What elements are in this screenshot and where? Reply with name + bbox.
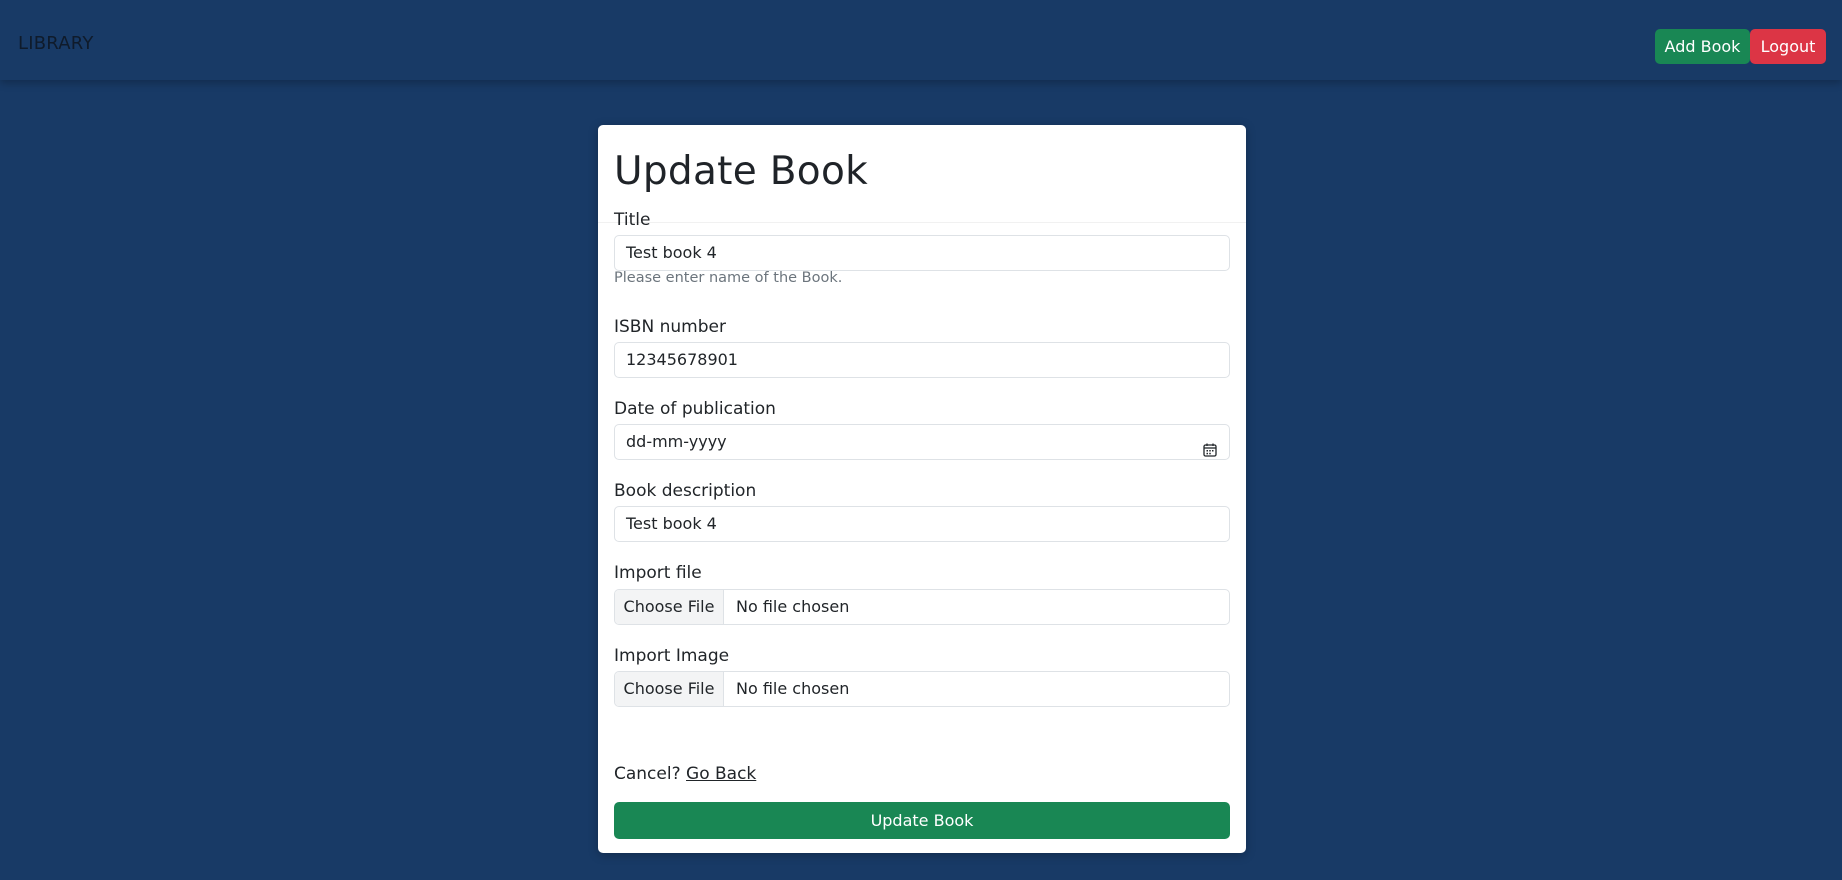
title-input[interactable]: Test book 4	[614, 235, 1230, 271]
update-book-card: Update Book Title Test book 4 Please ent…	[598, 125, 1246, 853]
navbar: LIBRARY Add Book Logout	[0, 0, 1842, 80]
import-image-label: Import Image	[614, 646, 730, 666]
date-label: Date of publication	[614, 399, 776, 419]
choose-file-button[interactable]: Choose File	[615, 590, 724, 624]
cancel-text: Cancel?	[614, 764, 681, 784]
image-status-text: No file chosen	[736, 679, 850, 698]
title-help-text: Please enter name of the Book.	[614, 270, 843, 286]
title-label: Title	[614, 210, 651, 230]
file-status-text: No file chosen	[736, 597, 850, 616]
logout-button[interactable]: Logout	[1750, 29, 1826, 64]
update-book-button[interactable]: Update Book	[614, 802, 1230, 839]
brand-logo[interactable]: LIBRARY	[18, 33, 94, 54]
import-image-input[interactable]: Choose File No file chosen	[614, 671, 1230, 707]
choose-image-button[interactable]: Choose File	[615, 672, 724, 706]
description-input[interactable]: Test book 4	[614, 506, 1230, 542]
date-placeholder: dd-mm-yyyy	[626, 432, 727, 451]
page-title: Update Book	[614, 149, 869, 194]
isbn-label: ISBN number	[614, 317, 726, 337]
isbn-input[interactable]: 12345678901	[614, 342, 1230, 378]
import-file-label: Import file	[614, 563, 702, 583]
card-divider	[598, 222, 1246, 223]
go-back-link[interactable]: Go Back	[686, 764, 756, 784]
calendar-icon[interactable]	[1203, 435, 1217, 457]
date-input[interactable]: dd-mm-yyyy	[614, 424, 1230, 460]
add-book-button[interactable]: Add Book	[1655, 29, 1750, 64]
import-file-input[interactable]: Choose File No file chosen	[614, 589, 1230, 625]
cancel-row: Cancel? Go Back	[614, 764, 756, 784]
description-label: Book description	[614, 481, 757, 501]
